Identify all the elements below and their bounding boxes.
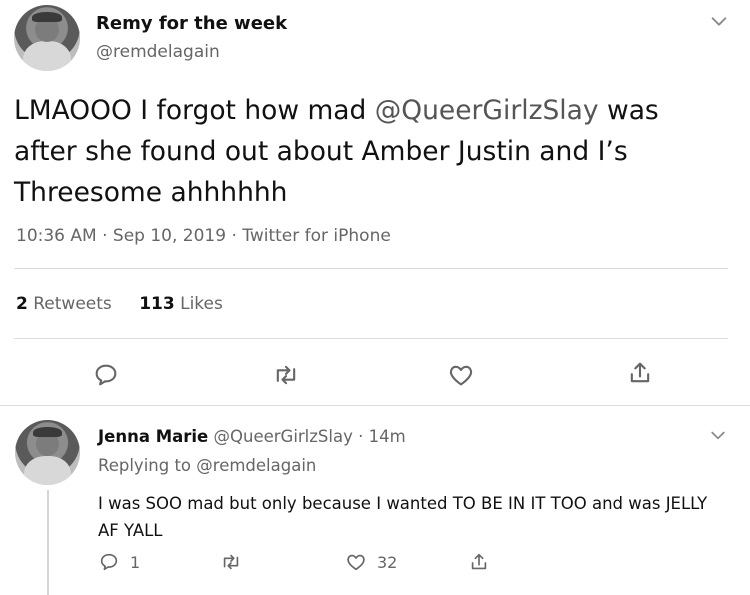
retweets-count: 2	[16, 294, 28, 314]
reply-reply-button[interactable]: 1	[98, 551, 140, 573]
replying-to[interactable]: Replying to @remdelagain	[98, 456, 316, 475]
tweet-meta[interactable]: 10:36 AM · Sep 10, 2019 · Twitter for iP…	[16, 226, 391, 246]
mention-link[interactable]: @QueerGirlzSlay	[375, 95, 599, 126]
reply-author-handle[interactable]: @QueerGirlzSlay	[214, 427, 353, 446]
reply-retweet-button[interactable]	[220, 551, 242, 573]
avatar-hair-shape	[33, 426, 62, 437]
avatar-hair-shape	[32, 11, 62, 23]
likes-count: 113	[139, 294, 175, 314]
divider	[14, 338, 728, 339]
likes-label: Likes	[180, 294, 223, 314]
reply-author-name[interactable]: Jenna Marie	[98, 427, 208, 446]
divider	[0, 405, 750, 406]
retweet-icon[interactable]	[272, 361, 300, 389]
reply-count: 1	[130, 552, 141, 572]
chevron-down-icon[interactable]	[708, 425, 728, 445]
author-name[interactable]: Remy for the week	[96, 13, 287, 34]
reply-header: Jenna Marie @QueerGirlzSlay · 14m	[98, 427, 406, 446]
tweet-text: LMAOOO I forgot how mad @QueerGirlzSlay …	[14, 90, 714, 213]
divider	[14, 268, 728, 269]
likes-stat[interactable]: 113 Likes	[139, 294, 223, 314]
retweets-stat[interactable]: 2 Retweets	[16, 294, 112, 314]
reply-time[interactable]: · 14m	[358, 427, 406, 446]
avatar-body-shape	[23, 41, 71, 71]
reply-icon[interactable]	[92, 361, 120, 389]
tweet-text-start: LMAOOO I forgot how mad	[14, 95, 375, 126]
reply-like-button[interactable]: 32	[345, 551, 397, 573]
reply-like-count: 32	[377, 552, 398, 572]
reply-author-avatar[interactable]	[15, 420, 80, 485]
retweets-label: Retweets	[33, 294, 112, 314]
reply-text: I was SOO mad but only because I wanted …	[98, 494, 708, 540]
thread-line	[47, 490, 49, 595]
author-handle[interactable]: @remdelagain	[96, 42, 220, 62]
author-avatar[interactable]	[14, 5, 80, 71]
share-icon	[471, 553, 487, 570]
reply-icon	[100, 553, 118, 571]
avatar-body-shape	[24, 455, 71, 485]
heart-icon[interactable]	[447, 361, 475, 389]
reply-share-button[interactable]	[468, 551, 490, 573]
retweet-icon	[223, 554, 239, 570]
chevron-down-icon[interactable]	[708, 10, 730, 32]
engagement-counts: 2 Retweets 113 Likes	[16, 294, 223, 314]
heart-icon	[347, 554, 365, 571]
share-icon[interactable]	[626, 359, 654, 387]
